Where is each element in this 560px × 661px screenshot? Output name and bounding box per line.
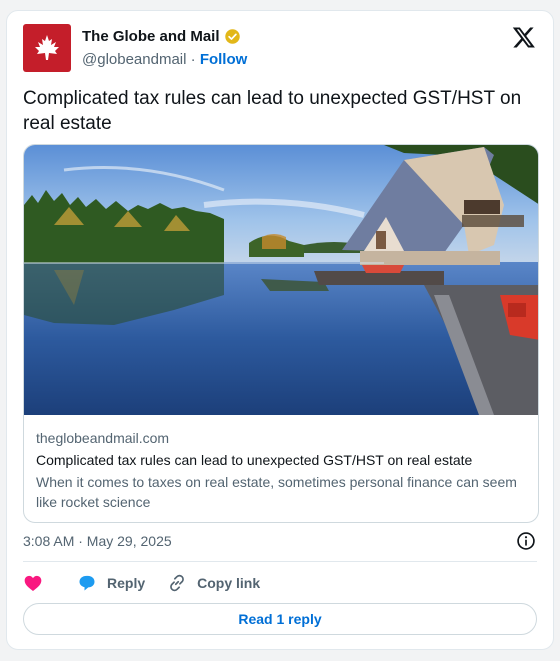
link-icon [170,574,185,592]
link-description: When it comes to taxes on real estate, s… [36,474,517,510]
like-button[interactable] [23,573,43,593]
info-icon[interactable] [516,531,536,551]
copy-link-label: Copy link [197,575,261,591]
copy-link-button[interactable]: Copy link [167,573,260,593]
avatar[interactable] [23,24,71,72]
link-preview-card[interactable]: theglobeandmail.com Complicated tax rule… [23,144,539,523]
tweet-text: Complicated tax rules can lead to unexpe… [23,88,522,134]
author-handle-row: @globeandmail · Follow [82,51,247,68]
author-handle[interactable]: @globeandmail [82,51,186,68]
link-domain: theglobeandmail.com [36,430,170,446]
reply-button[interactable]: Reply [77,573,145,593]
separator-dot: · [190,51,196,68]
divider [23,561,537,562]
x-logo-icon[interactable] [512,25,536,49]
verified-badge-icon [224,29,240,44]
tweet-card: The Globe and Mail @globeandmail · Follo… [6,10,554,650]
heart-icon [24,575,42,591]
link-title: Complicated tax rules can lead to unexpe… [36,452,473,468]
reply-bubble-icon [79,575,95,591]
link-preview-image[interactable] [24,145,539,415]
author-name[interactable]: The Globe and Mail [82,28,220,45]
reply-label: Reply [107,575,146,591]
link-preview-meta: theglobeandmail.com Complicated tax rule… [36,429,526,512]
read-replies-button[interactable]: Read 1 reply [23,603,537,635]
follow-button[interactable]: Follow [200,51,248,68]
maple-leaf-icon [35,35,59,60]
action-bar: Reply Copy link [23,573,260,593]
author-name-row[interactable]: The Globe and Mail [82,28,241,45]
tweet-timestamp[interactable]: 3:08 AM · May 29, 2025 [23,533,172,549]
